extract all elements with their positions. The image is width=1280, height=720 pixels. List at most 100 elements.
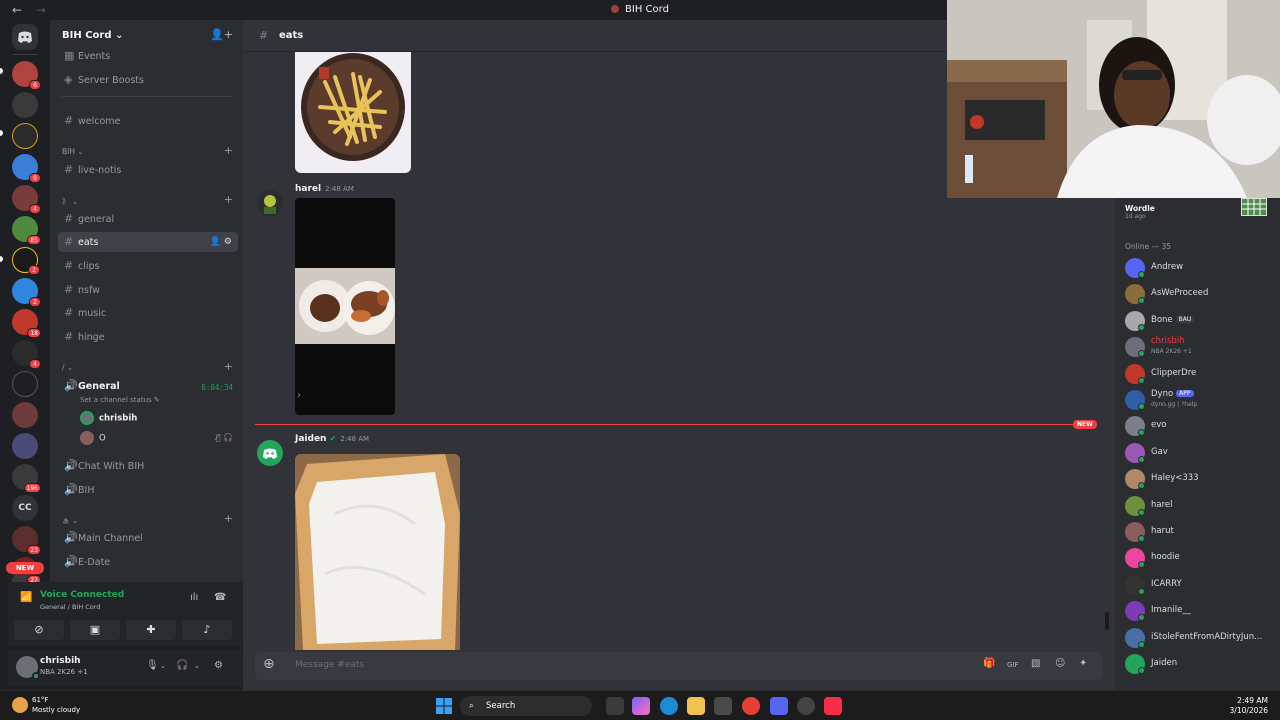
server-icon-13[interactable] bbox=[12, 433, 38, 459]
discord-home-icon[interactable] bbox=[12, 24, 38, 50]
chevron-down-icon[interactable]: ⌄ bbox=[160, 662, 166, 670]
category-4[interactable]: ぁ ⌄ bbox=[62, 515, 78, 526]
server-icon-12[interactable] bbox=[12, 402, 38, 428]
chrome-icon[interactable] bbox=[742, 697, 760, 715]
user-name[interactable]: chrisbih bbox=[40, 656, 81, 666]
file-explorer-icon[interactable] bbox=[687, 697, 705, 715]
edge-icon[interactable] bbox=[660, 697, 678, 715]
headphones-icon[interactable]: 🎧 bbox=[176, 660, 188, 671]
channel-music[interactable]: # music bbox=[58, 303, 238, 323]
camera-button[interactable]: ⊘ bbox=[14, 620, 64, 640]
server-boosts-item[interactable]: ◈ Server Boosts bbox=[58, 70, 238, 90]
server-icon-2[interactable] bbox=[12, 92, 38, 118]
windows-start-icon[interactable] bbox=[436, 698, 452, 714]
sticker-icon[interactable]: ▧ bbox=[1031, 658, 1040, 669]
server-icon-5[interactable]: 4 bbox=[12, 185, 41, 214]
voice-status[interactable]: Voice Connected bbox=[40, 590, 124, 600]
activity-title[interactable]: Wordle bbox=[1125, 204, 1155, 213]
member-row[interactable]: harut bbox=[1123, 520, 1278, 544]
avatar-jaiden[interactable] bbox=[257, 440, 283, 466]
voice-channel-edate[interactable]: 🔊E-Date bbox=[58, 552, 238, 572]
channel-nsfw[interactable]: # nsfw bbox=[58, 280, 238, 300]
voice-channel-bih[interactable]: 🔊BIH bbox=[58, 480, 238, 500]
member-row[interactable]: Gav bbox=[1123, 441, 1278, 465]
category-3[interactable]: / ⌄ bbox=[62, 363, 73, 372]
server-icon-10[interactable]: 4 bbox=[12, 340, 41, 369]
voice-channel-main[interactable]: 🔊Main Channel bbox=[58, 528, 238, 548]
weather-icon[interactable] bbox=[12, 697, 28, 713]
channel-general[interactable]: # general bbox=[58, 209, 238, 229]
invite-people-icon[interactable]: 👤+ bbox=[210, 28, 233, 41]
message-author[interactable]: harel 2:48 AM bbox=[295, 184, 354, 194]
server-icon-4[interactable]: 9 bbox=[12, 154, 41, 183]
new-unreads-pill[interactable]: NEW bbox=[6, 562, 44, 574]
member-row[interactable]: ICARRY bbox=[1123, 573, 1278, 597]
gift-icon[interactable]: 🎁 bbox=[983, 658, 995, 669]
add-channel-icon[interactable]: + bbox=[224, 512, 233, 525]
channel-hinge[interactable]: # hinge bbox=[58, 327, 238, 347]
store-icon[interactable] bbox=[714, 697, 732, 715]
member-row[interactable]: chrisbih NBA 2K26 +1 bbox=[1123, 335, 1278, 359]
disconnect-icon[interactable]: ☎ bbox=[214, 592, 226, 603]
message-input[interactable]: Message #eats bbox=[295, 660, 364, 670]
gif-icon[interactable]: GIF bbox=[1007, 661, 1019, 669]
server-icon-3[interactable] bbox=[12, 123, 38, 149]
server-icon-14[interactable]: 196 bbox=[12, 464, 41, 493]
activities-button[interactable]: ✚ bbox=[126, 620, 176, 640]
message-author[interactable]: Jaiden ✔ 2:48 AM bbox=[295, 434, 369, 444]
scrollbar-thumb[interactable] bbox=[1105, 612, 1109, 630]
add-channel-icon[interactable]: + bbox=[224, 144, 233, 157]
apps-icon[interactable]: ✦ bbox=[1079, 658, 1087, 669]
member-row[interactable]: Haley<333 bbox=[1123, 467, 1278, 491]
message-image-steak[interactable]: › bbox=[295, 198, 395, 415]
obs-icon[interactable] bbox=[797, 697, 815, 715]
add-member-icon[interactable]: 👤 bbox=[210, 237, 221, 247]
wordle-icon[interactable] bbox=[1241, 198, 1267, 216]
task-view-icon[interactable] bbox=[606, 697, 624, 715]
events-item[interactable]: ▦ Events bbox=[58, 46, 238, 66]
message-image-fries[interactable] bbox=[295, 52, 411, 173]
taskbar-search[interactable]: ⌕ Search bbox=[460, 696, 592, 716]
emoji-icon[interactable]: ☺ bbox=[1055, 658, 1065, 669]
member-row[interactable]: iStoleFentFromADirtyJun... bbox=[1123, 626, 1278, 650]
server-icon-6[interactable]: 85 bbox=[12, 216, 41, 245]
member-row[interactable]: hoodie bbox=[1123, 546, 1278, 570]
music-app-icon[interactable] bbox=[824, 697, 842, 715]
member-row[interactable]: Jaiden bbox=[1123, 652, 1278, 676]
gear-icon[interactable]: ⚙ bbox=[224, 237, 232, 247]
set-channel-status[interactable]: Set a channel status ✎ bbox=[80, 396, 160, 404]
member-row[interactable]: AsWeProceed bbox=[1123, 282, 1278, 306]
voice-channel-chat-with-bih[interactable]: 🔊Chat With BIH bbox=[58, 456, 238, 476]
avatar-harel[interactable] bbox=[257, 190, 283, 216]
message-image-poptart[interactable] bbox=[295, 454, 460, 650]
server-icon-9[interactable]: 18 bbox=[12, 309, 41, 338]
server-icon-cc[interactable]: CC bbox=[12, 495, 38, 521]
member-row[interactable]: Andrew bbox=[1123, 256, 1278, 280]
member-row[interactable]: evo bbox=[1123, 414, 1278, 438]
copilot-icon[interactable] bbox=[632, 697, 650, 715]
chevron-down-icon[interactable]: ⌄ bbox=[194, 662, 200, 670]
signal-icon[interactable]: 📶 bbox=[20, 592, 32, 603]
noise-suppression-icon[interactable]: ılı bbox=[190, 592, 198, 603]
weather-widget[interactable]: 61°F Mostly cloudy bbox=[32, 695, 80, 715]
server-icon-11[interactable] bbox=[12, 371, 38, 397]
category-bih[interactable]: BIH ⌄ bbox=[62, 147, 84, 156]
add-channel-icon[interactable]: + bbox=[224, 193, 233, 206]
channel-live-notis[interactable]: # live-notis bbox=[58, 160, 238, 180]
channel-eats[interactable]: # eats 👤 ⚙ bbox=[58, 232, 238, 252]
discord-taskbar-icon[interactable] bbox=[770, 697, 788, 715]
screen-share-button[interactable]: ▣ bbox=[70, 620, 120, 640]
server-icon-8[interactable]: 2 bbox=[12, 278, 41, 307]
channel-clips[interactable]: # clips bbox=[58, 256, 238, 276]
member-row[interactable]: ClipperDre bbox=[1123, 362, 1278, 386]
member-row[interactable]: Dyno APP dyno.gg | ?help bbox=[1123, 388, 1278, 412]
member-row[interactable]: harel bbox=[1123, 494, 1278, 518]
add-channel-icon[interactable]: + bbox=[224, 360, 233, 373]
member-row[interactable]: Bone BAU bbox=[1123, 309, 1278, 333]
member-row[interactable]: Imanile__ bbox=[1123, 599, 1278, 623]
server-icon-7[interactable]: 2 bbox=[12, 247, 40, 275]
category-2[interactable]: 》 ⌄ bbox=[62, 196, 78, 207]
voice-user-chrisbih[interactable]: chrisbih bbox=[80, 411, 137, 425]
add-attachment-icon[interactable]: ⊕ bbox=[263, 656, 275, 672]
clock[interactable]: 2:49 AM 3/10/2026 bbox=[1230, 696, 1268, 716]
